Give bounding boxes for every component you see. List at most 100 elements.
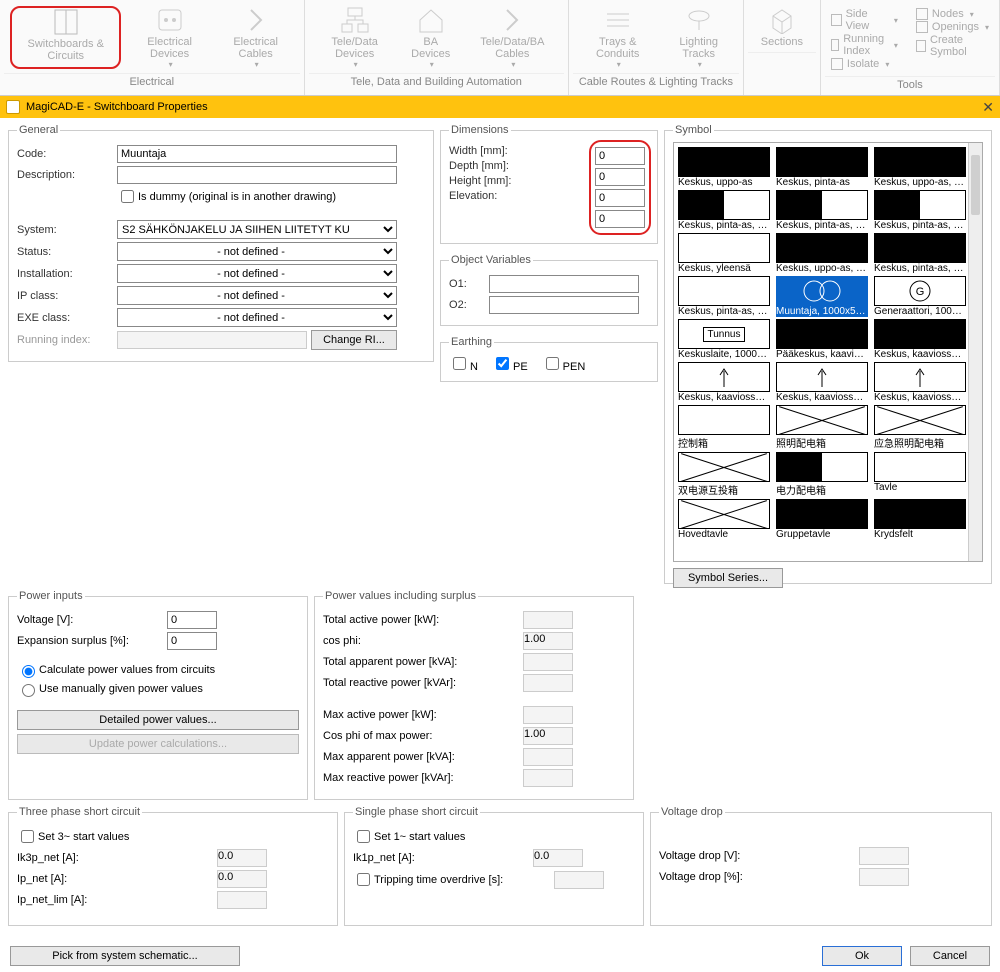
box-icon [767, 6, 797, 34]
update-power-button: Update power calculations... [17, 734, 299, 754]
symbol-cell[interactable]: Keskus, pinta-as, suoj [676, 274, 772, 317]
ribbon-group-electrical: Electrical [4, 73, 300, 92]
power-inputs-group: Power inputs Voltage [V]: Expansion surp… [8, 590, 308, 800]
pe-check[interactable]: PE [492, 354, 528, 373]
symbol-cell[interactable]: Keskus, pinta-as, suoj [774, 188, 870, 231]
pv-value [523, 674, 573, 692]
system-select[interactable]: S2 SÄHKÖNJAKELU JA SIIHEN LIITETYT KU [117, 220, 397, 239]
house-icon [416, 6, 446, 34]
ribbon-sections[interactable]: Sections [754, 6, 810, 48]
dummy-checkbox[interactable] [121, 190, 134, 203]
tools-left: Side View▾ Running Index▾ Isolate▾ [831, 6, 898, 72]
ribbon-tracks[interactable]: Lighting Tracks▾ [665, 6, 733, 69]
cable-icon [497, 6, 527, 34]
description-input[interactable] [117, 166, 397, 184]
symbol-cell[interactable]: Keskus, kaaviossa, 60 [676, 360, 772, 403]
symbol-cell[interactable]: 控制箱 [676, 403, 772, 450]
o1-input[interactable] [489, 275, 639, 293]
manual-radio[interactable] [22, 684, 35, 697]
ribbon-group-tools: Tools [825, 76, 995, 95]
symbol-cell[interactable]: Krydsfelt [872, 497, 968, 540]
symbol-cell[interactable]: Keskus, uppo-as, ovell [872, 145, 968, 188]
ok-button[interactable]: Ok [822, 946, 902, 966]
earthing-group: Earthing N PE PEN [440, 336, 658, 382]
symbol-cell[interactable]: Pääkeskus, kaaviossa [774, 317, 870, 360]
symbol-cell[interactable]: Keskus, pinta-as, ovell [872, 231, 968, 274]
symbol-cell[interactable]: GGeneraattori, 1000x5 [872, 274, 968, 317]
symbol-series-button[interactable]: Symbol Series... [673, 568, 783, 588]
symbol-cell[interactable]: 照明配电箱 [774, 403, 870, 450]
pv-value [523, 769, 573, 787]
symbol-group: Symbol Keskus, uppo-asKeskus, pinta-asKe… [664, 124, 992, 584]
tray-icon [603, 6, 633, 34]
symbol-cell[interactable]: Keskus, kaaviossa, 60 [872, 317, 968, 360]
ribbon-switchboards[interactable]: Switchboards & Circuits [10, 6, 121, 69]
symbol-cell[interactable]: Hovedtavle [676, 497, 772, 540]
pv-value: 1.00 [523, 632, 573, 650]
switchboard-icon [51, 8, 81, 36]
status-select[interactable]: - not defined - [117, 242, 397, 261]
n-check[interactable]: N [449, 354, 478, 373]
symbol-cell[interactable]: Keskus, uppo-as [676, 145, 772, 188]
symbol-grid[interactable]: Keskus, uppo-asKeskus, pinta-asKeskus, u… [673, 142, 983, 562]
tool-nodes[interactable]: Nodes▾ [916, 8, 989, 20]
symbol-cell[interactable]: Keskus, kaaviossa, 60 [774, 360, 870, 403]
symbol-cell[interactable]: 应急照明配电箱 [872, 403, 968, 450]
symbol-cell[interactable]: Keskus, kaaviossa, 60 [872, 360, 968, 403]
width-input[interactable] [595, 147, 645, 165]
surplus-input[interactable] [167, 632, 217, 650]
ribbon-ba[interactable]: BA Devices▾ [403, 6, 459, 69]
ribbon-ba-cables[interactable]: Tele/Data/BA Cables▾ [467, 6, 558, 69]
height-input[interactable] [595, 189, 645, 207]
symbol-cell[interactable]: Keskus, pinta-as [774, 145, 870, 188]
tool-sideview[interactable]: Side View▾ [831, 8, 898, 32]
symbol-cell[interactable]: Gruppetavle [774, 497, 870, 540]
symbol-cell[interactable]: Muuntaja, 1000x500, [774, 274, 870, 317]
voltage-input[interactable] [167, 611, 217, 629]
tool-isolate[interactable]: Isolate▾ [831, 58, 898, 70]
symbol-cell[interactable]: Keskus, yleensä [676, 231, 772, 274]
ribbon-elec-cables[interactable]: Electrical Cables▾ [218, 6, 294, 69]
symbol-cell[interactable]: Keskus, pinta-as, ovell [676, 188, 772, 231]
symbol-cell[interactable]: Tavle [872, 450, 968, 497]
tool-createsymbol[interactable]: Create Symbol [916, 34, 989, 58]
detailed-power-button[interactable]: Detailed power values... [17, 710, 299, 730]
symbol-cell[interactable]: Keskus, pinta-as, suoj [872, 188, 968, 231]
tool-openings[interactable]: Openings▾ [916, 21, 989, 33]
o2-input[interactable] [489, 296, 639, 314]
objvars-group: Object Variables O1: O2: [440, 254, 658, 326]
cable-icon [241, 6, 271, 34]
ribbon-elec-devices[interactable]: Electrical Devices▾ [129, 6, 209, 69]
depth-input[interactable] [595, 168, 645, 186]
symbol-cell[interactable]: Keskus, uppo-as, ovell [774, 231, 870, 274]
symbol-cell[interactable]: TunnusKeskuslaite, 1000x50 [676, 317, 772, 360]
calc-radio[interactable] [22, 665, 35, 678]
elev-input[interactable] [595, 210, 645, 228]
scrollbar[interactable] [968, 143, 982, 561]
symbol-cell[interactable]: 电力配电箱 [774, 450, 870, 497]
set1-check[interactable] [357, 830, 370, 843]
dialog-footer: Pick from system schematic... Ok Cancel [0, 940, 1000, 972]
ribbon-teledata[interactable]: Tele/Data Devices▾ [315, 6, 395, 69]
light-icon [684, 6, 714, 34]
pick-button[interactable]: Pick from system schematic... [10, 946, 240, 966]
outlet-icon [155, 6, 185, 34]
three-phase-group: Three phase short circuit Set 3~ start v… [8, 806, 338, 926]
exe-select[interactable]: - not defined - [117, 308, 397, 327]
ribbon-trays[interactable]: Trays & Conduits▾ [579, 6, 657, 69]
tool-runningindex[interactable]: Running Index▾ [831, 33, 898, 57]
ip-select[interactable]: - not defined - [117, 286, 397, 305]
cancel-button[interactable]: Cancel [910, 946, 990, 966]
network-icon [340, 6, 370, 34]
change-ri-button[interactable]: Change RI... [311, 330, 397, 350]
install-select[interactable]: - not defined - [117, 264, 397, 283]
close-icon[interactable]: ✕ [982, 99, 994, 116]
power-values-group: Power values including surplus Total act… [314, 590, 634, 800]
code-input[interactable] [117, 145, 397, 163]
pen-check[interactable]: PEN [542, 354, 586, 373]
dimensions-group: Dimensions Width [mm]: Depth [mm]: Heigh… [440, 124, 658, 244]
single-phase-group: Single phase short circuit Set 1~ start … [344, 806, 644, 926]
set3-check[interactable] [21, 830, 34, 843]
ribbon-group-routes: Cable Routes & Lighting Tracks [573, 73, 739, 92]
symbol-cell[interactable]: 双电源互投箱 [676, 450, 772, 497]
